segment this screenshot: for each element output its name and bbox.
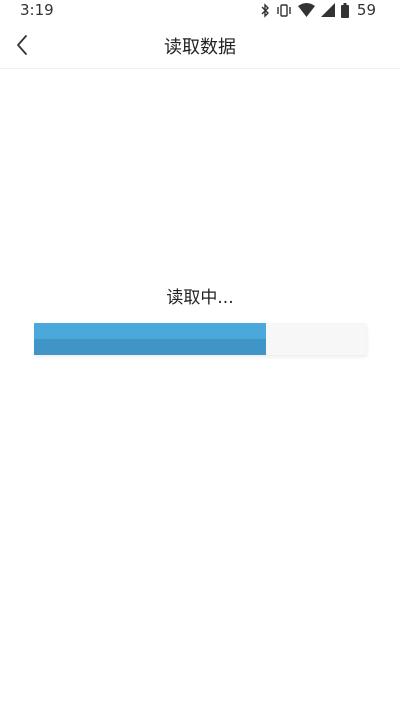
battery-icon (340, 2, 349, 18)
signal-icon (320, 3, 335, 17)
page-title: 读取数据 (164, 37, 236, 58)
battery-level: 59 (356, 1, 376, 19)
status-time: 3:19 (20, 1, 54, 19)
loading-text: 读取中... (166, 288, 234, 308)
bluetooth-icon (261, 2, 269, 18)
progress-fill (34, 323, 267, 355)
header: 读取数据 (0, 22, 400, 69)
vibrate-icon (277, 3, 291, 17)
status-icons: 59 (260, 1, 376, 19)
status-bar: 3:19 59 (0, 0, 400, 22)
progress-bar (34, 323, 366, 355)
wifi-icon (297, 3, 315, 17)
